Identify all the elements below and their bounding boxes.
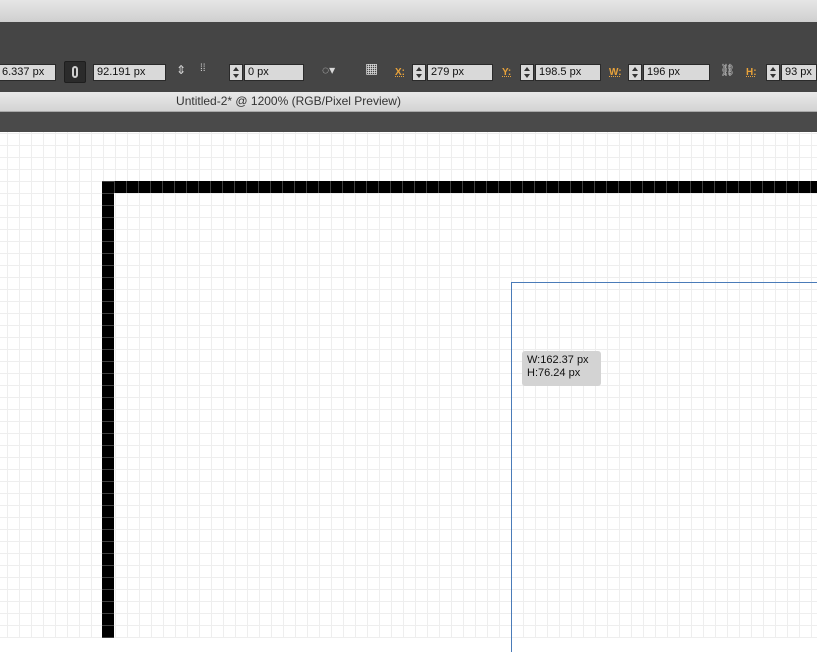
document-tab[interactable]: Untitled-2* @ 1200% (RGB/Pixel Preview) bbox=[0, 92, 817, 112]
w-label: W: bbox=[609, 67, 622, 78]
x-label: X: bbox=[395, 67, 405, 78]
spacing-options-icon[interactable]: ⁞⁞ bbox=[200, 63, 206, 74]
isolate-icon[interactable]: ◌▾ bbox=[322, 63, 335, 77]
app-title-bar bbox=[0, 0, 817, 23]
h-stepper[interactable] bbox=[766, 64, 780, 81]
h-field[interactable]: 93 px bbox=[781, 64, 817, 81]
vertical-spacing-icon: ⇕ bbox=[176, 63, 187, 77]
link-icon bbox=[72, 66, 78, 78]
reference-point-icon[interactable]: ▦ bbox=[365, 60, 378, 77]
height-field[interactable]: 92.191 px bbox=[93, 64, 166, 81]
control-panel: 6.337 px 92.191 px ⇕ ⁞⁞ 0 px ◌▾ ▦ X: 279… bbox=[0, 22, 817, 93]
shape-stroke-left[interactable] bbox=[102, 181, 114, 638]
tooltip-height: H:76.24 px bbox=[527, 367, 581, 379]
measurement-tooltip: W:162.37 px H:76.24 px bbox=[522, 351, 601, 386]
chain-link-icon[interactable]: ⛓ bbox=[720, 63, 735, 77]
x-field[interactable]: 279 px bbox=[427, 64, 493, 81]
h-label: H: bbox=[746, 67, 757, 78]
spacing-stepper[interactable] bbox=[229, 64, 243, 81]
y-field[interactable]: 198.5 px bbox=[535, 64, 601, 81]
constrain-proportions-button[interactable] bbox=[64, 61, 86, 83]
tooltip-width: W:162.37 px bbox=[527, 354, 589, 366]
shape-stroke-top[interactable] bbox=[102, 181, 817, 193]
spacing-field[interactable]: 0 px bbox=[244, 64, 304, 81]
ruler-bar bbox=[0, 112, 817, 132]
document-title: Untitled-2* @ 1200% (RGB/Pixel Preview) bbox=[176, 94, 401, 108]
width-field[interactable]: 6.337 px bbox=[0, 64, 56, 81]
w-stepper[interactable] bbox=[628, 64, 642, 81]
selection-rectangle[interactable] bbox=[511, 282, 817, 652]
y-label: Y: bbox=[502, 67, 512, 78]
y-stepper[interactable] bbox=[520, 64, 534, 81]
w-field[interactable]: 196 px bbox=[643, 64, 710, 81]
transform-controls: 6.337 px 92.191 px ⇕ ⁞⁞ 0 px ◌▾ ▦ X: 279… bbox=[0, 56, 817, 83]
x-stepper[interactable] bbox=[412, 64, 426, 81]
